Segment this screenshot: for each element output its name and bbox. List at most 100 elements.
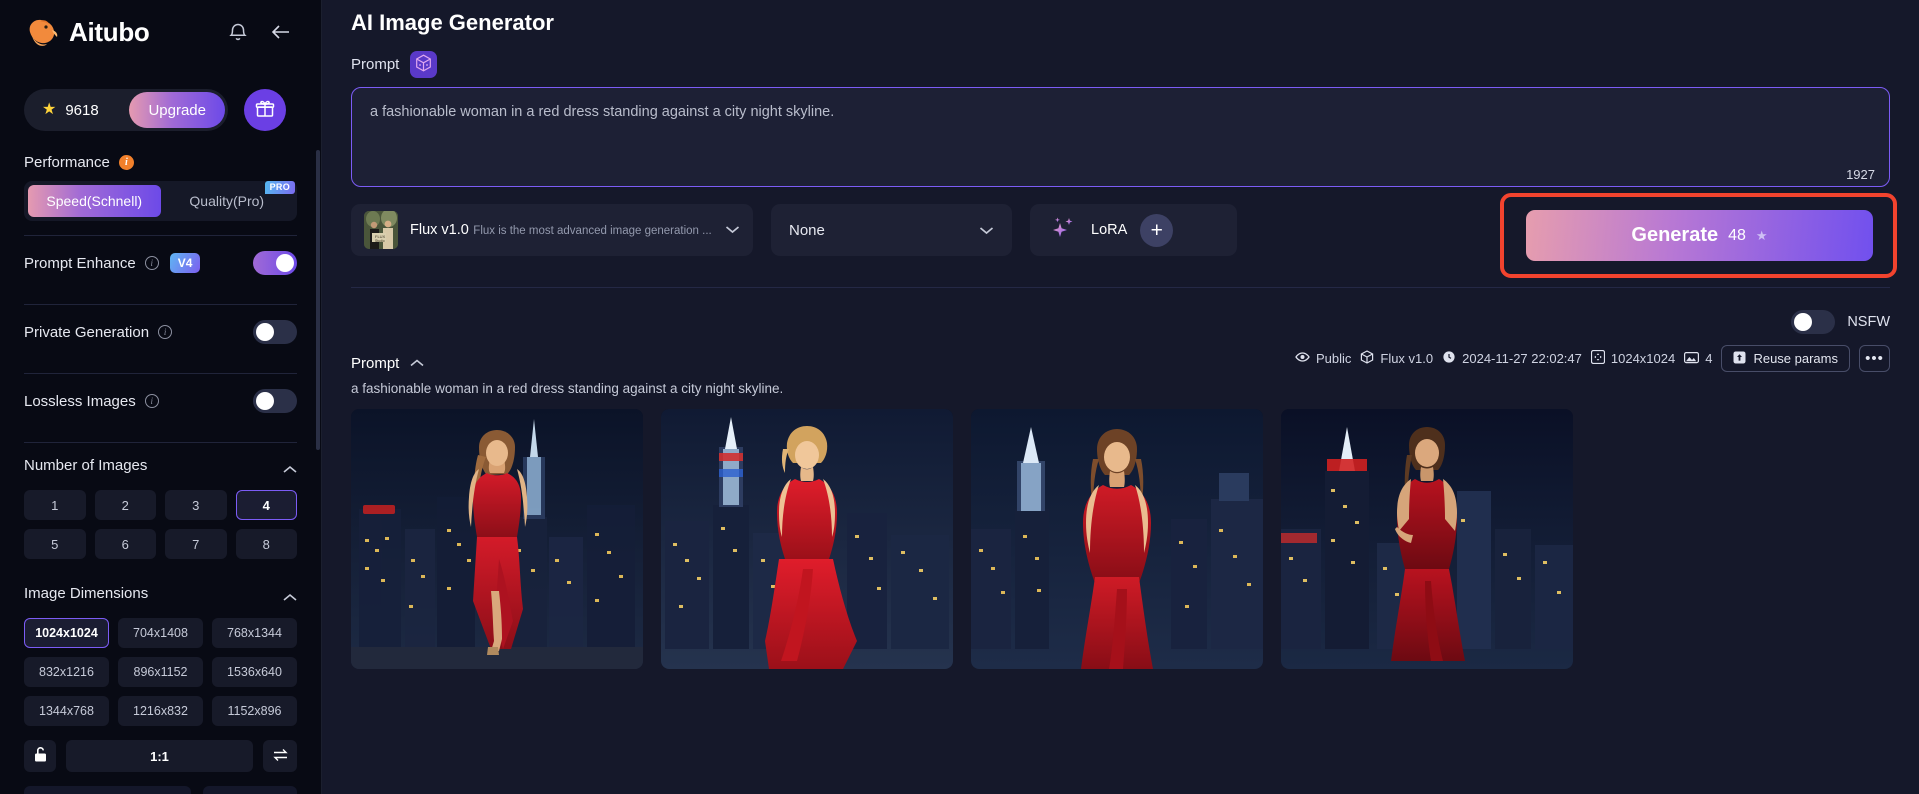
generated-image-4[interactable] [1281, 409, 1573, 669]
image-dimensions-grid: 1024x1024 704x1408 768x1344 832x1216 896… [24, 618, 297, 726]
num-images-6[interactable]: 6 [94, 529, 156, 559]
upload-icon [1733, 351, 1746, 367]
number-of-images-header[interactable]: Number of Images [24, 443, 297, 487]
performance-option-speed[interactable]: Speed(Schnell) [28, 185, 161, 217]
aspect-ratio-row: 1:1 [24, 740, 297, 772]
num-images-1[interactable]: 1 [24, 490, 86, 520]
num-images-4[interactable]: 4 [235, 490, 297, 520]
sidebar: Aitubo ★ 9618 Upgrade Performance i Spee… [0, 0, 322, 794]
meta-timestamp: 2024-11-27 22:02:47 [1442, 350, 1582, 367]
lora-label: LoRA [1091, 222, 1128, 238]
aspect-lock-button[interactable] [24, 740, 56, 772]
nsfw-toggle[interactable] [1791, 310, 1836, 334]
dim-832x1216[interactable]: 832x1216 [24, 657, 109, 687]
gift-button[interactable] [244, 89, 286, 131]
lossless-images-row: Lossless Images i [24, 374, 297, 428]
generated-image-1[interactable] [351, 409, 643, 669]
random-prompt-dice-button[interactable] [410, 51, 438, 78]
num-images-3[interactable]: 3 [165, 490, 227, 520]
dim-1024x1024[interactable]: 1024x1024 [24, 618, 109, 648]
more-options-button[interactable]: ••• [1859, 345, 1890, 372]
credits-pill: ★ 9618 Upgrade [24, 89, 228, 131]
prompt-textarea[interactable]: a fashionable woman in a red dress stand… [351, 87, 1890, 187]
chevron-up-icon[interactable] [410, 354, 424, 372]
meta-model: Flux v1.0 [1360, 350, 1433, 367]
lora-selector[interactable]: LoRA + [1030, 204, 1237, 256]
prompt-enhance-label: Prompt Enhance [24, 254, 136, 272]
generate-button[interactable]: Generate 48 ★ [1526, 210, 1873, 261]
gift-icon [255, 99, 275, 122]
dim-1152x896[interactable]: 1152x896 [212, 696, 297, 726]
info-icon[interactable]: i [158, 325, 173, 339]
dim-1536x640[interactable]: 1536x640 [212, 657, 297, 687]
image-dimensions-label: Image Dimensions [24, 584, 149, 602]
dim-768x1344[interactable]: 768x1344 [212, 618, 297, 648]
lossless-images-label: Lossless Images [24, 392, 136, 410]
swap-icon [272, 748, 289, 765]
prompt-value: a fashionable woman in a red dress stand… [370, 104, 835, 120]
generate-label: Generate [1631, 224, 1719, 246]
prompt-enhance-row: Prompt Enhance i V4 [24, 236, 297, 290]
resize-icon [1590, 349, 1605, 367]
prompt-label-row: Prompt [351, 51, 1890, 78]
more-dots-icon: ••• [1865, 350, 1884, 367]
num-images-8[interactable]: 8 [235, 529, 297, 559]
number-of-images-grid: 1 2 3 4 5 6 7 8 [24, 490, 297, 559]
model-selector[interactable]: FLUX Studio Flux v1.0 Flux is the most a… [351, 204, 753, 256]
reuse-params-button[interactable]: Reuse params [1721, 345, 1850, 372]
dim-704x1408[interactable]: 704x1408 [118, 618, 203, 648]
dim-896x1152[interactable]: 896x1152 [118, 657, 203, 687]
info-icon[interactable]: i [144, 256, 159, 270]
upgrade-button[interactable]: Upgrade [129, 92, 225, 128]
sidebar-scrollbar[interactable] [316, 150, 320, 450]
image-icon [1684, 351, 1700, 367]
prompt-enhance-toggle[interactable] [253, 251, 297, 275]
private-generation-label: Private Generation [24, 323, 150, 341]
pro-badge: PRO [264, 181, 295, 194]
result-prompt-text: a fashionable woman in a red dress stand… [351, 381, 784, 396]
lossless-images-toggle[interactable] [253, 389, 297, 413]
star-icon: ★ [1755, 227, 1768, 243]
plus-icon[interactable]: + [1140, 213, 1174, 247]
info-icon[interactable]: i [118, 155, 134, 170]
image-dimensions-header[interactable]: Image Dimensions [24, 571, 297, 615]
chevron-up-icon [283, 461, 297, 473]
back-arrow-icon[interactable] [269, 21, 293, 43]
style-select[interactable]: None [771, 204, 1012, 256]
dim-1344x768[interactable]: 1344x768 [24, 696, 109, 726]
number-of-images-label: Number of Images [24, 456, 148, 474]
bell-icon[interactable] [227, 21, 249, 43]
performance-option-quality[interactable]: Quality(Pro) PRO [161, 181, 295, 217]
prompt-label: Prompt [351, 56, 400, 73]
info-icon[interactable]: i [144, 394, 159, 408]
result-gallery [322, 409, 1919, 669]
model-name: Flux v1.0 [410, 221, 469, 238]
generated-image-3[interactable] [971, 409, 1263, 669]
chevron-down-icon [979, 222, 994, 239]
aspect-ratio-value[interactable]: 1:1 [66, 740, 253, 772]
chevron-up-icon [283, 589, 297, 601]
divider [351, 287, 1890, 288]
sidebar-header: Aitubo [24, 0, 297, 58]
reuse-params-label: Reuse params [1753, 351, 1838, 366]
performance-segmented-control: Speed(Schnell) Quality(Pro) PRO [24, 181, 297, 221]
prompt-char-count: 1927 [1846, 167, 1875, 182]
chevron-down-icon [725, 221, 740, 239]
dim-1216x832[interactable]: 1216x832 [118, 696, 203, 726]
unlock-icon [33, 746, 48, 766]
num-images-7[interactable]: 7 [165, 529, 227, 559]
main-content: AI Image Generator Prompt a fashionable … [322, 0, 1919, 794]
private-generation-toggle[interactable] [253, 320, 297, 344]
num-images-2[interactable]: 2 [94, 490, 156, 520]
num-images-5[interactable]: 5 [24, 529, 86, 559]
version-badge: V4 [169, 253, 201, 273]
width-slider[interactable] [24, 786, 191, 794]
credits-row: ★ 9618 Upgrade [24, 89, 297, 131]
generated-image-2[interactable] [661, 409, 953, 669]
star-icon: ★ [42, 101, 57, 118]
nsfw-row: NSFW [322, 310, 1919, 334]
width-input[interactable]: W 1024 px [203, 786, 297, 794]
swap-dimensions-button[interactable] [263, 740, 297, 772]
cube-icon [1360, 350, 1374, 367]
model-thumbnail: FLUX Studio [364, 211, 398, 249]
